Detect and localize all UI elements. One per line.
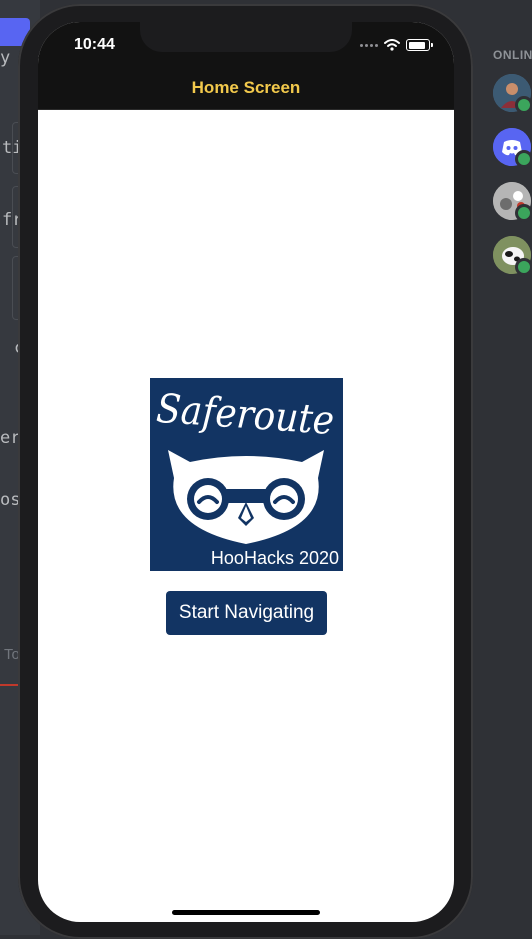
logo-wordmark: Saferoute [155, 386, 336, 444]
online-status-dot [515, 150, 532, 168]
online-status-dot [515, 96, 532, 114]
wifi-icon [384, 39, 400, 51]
online-header: ONLIN [493, 48, 532, 62]
logo-caption: HooHacks 2020 [210, 548, 339, 568]
cellular-dots-icon [360, 43, 378, 47]
saferoute-logo: Saferoute HooHacks 2020 [150, 378, 343, 571]
status-icons [360, 39, 433, 51]
online-status-dot [515, 258, 532, 276]
nav-title: Home Screen [191, 78, 301, 97]
phone-notch [140, 22, 352, 52]
home-indicator[interactable] [172, 910, 320, 915]
battery-icon [406, 39, 433, 51]
background-text: y [0, 48, 11, 68]
online-status-dot [515, 204, 532, 222]
member-avatar[interactable] [493, 236, 532, 276]
phone-screen: 10:44 Home Screen Saferoute HooHacks 202… [38, 22, 454, 922]
owl-logo-icon: Saferoute [155, 386, 336, 544]
start-navigating-button[interactable]: Start Navigating [166, 591, 327, 635]
navigation-bar: 10:44 Home Screen [38, 22, 454, 110]
member-avatar[interactable] [493, 74, 532, 114]
member-avatar[interactable] [493, 182, 532, 222]
status-time: 10:44 [74, 36, 115, 53]
member-avatar[interactable] [493, 128, 532, 168]
